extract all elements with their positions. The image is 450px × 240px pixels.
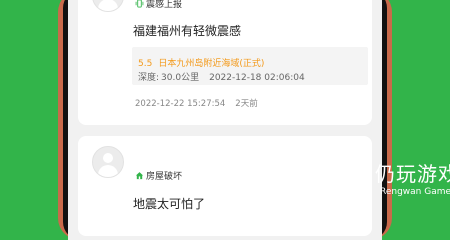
avatar[interactable]	[92, 146, 124, 178]
post-text: 福建福州有轻微震感	[133, 24, 242, 38]
brand-name-cn: 仍玩游戏	[375, 162, 450, 186]
avatar[interactable]	[92, 0, 124, 12]
post-timestamp: 2022-12-22 15:27:54	[135, 99, 226, 109]
quake-time: 2022-12-18 02:06:04	[209, 73, 305, 83]
feed-post-card[interactable]: 房屋破坏 地震太可怕了	[78, 136, 372, 236]
quake-depth-label: 深度:	[138, 73, 160, 83]
post-relative-time: 2天前	[235, 99, 258, 109]
phone-vibrate-icon	[135, 0, 144, 8]
house-icon	[135, 172, 144, 180]
quake-info-box[interactable]: 5.5 日本九州岛附近海域(正式) 深度: 30.0公里 2022-12-18 02:…	[132, 47, 368, 85]
brand-name-en: Rengwan Games	[380, 187, 450, 197]
quake-magnitude: 5.5	[138, 59, 153, 69]
post-tag: 震感上报	[135, 0, 182, 10]
post-tag: 房屋破坏	[135, 169, 182, 182]
post-meta: 2022-12-22 15:27:54 2天前	[135, 97, 258, 109]
brand-logo-icon	[332, 158, 366, 200]
brand-watermark: 仍玩游戏 Rengwan Games	[330, 154, 450, 214]
feed-post-card[interactable]: 震感上报 福建福州有轻微震感 5.5 日本九州岛附近海域(正式) 深度: 30.0公…	[78, 0, 372, 125]
post-tag-label: 房屋破坏	[146, 172, 183, 182]
quake-detail: 深度: 30.0公里 2022-12-18 02:06:04	[138, 70, 305, 83]
quake-depth-value: 30.0公里	[161, 73, 200, 83]
quake-location: 日本九州岛附近海域(正式)	[158, 59, 265, 69]
quake-title: 5.5 日本九州岛附近海域(正式)	[138, 56, 264, 69]
post-text: 地震太可怕了	[133, 197, 206, 211]
post-tag-label: 震感上报	[146, 0, 183, 10]
